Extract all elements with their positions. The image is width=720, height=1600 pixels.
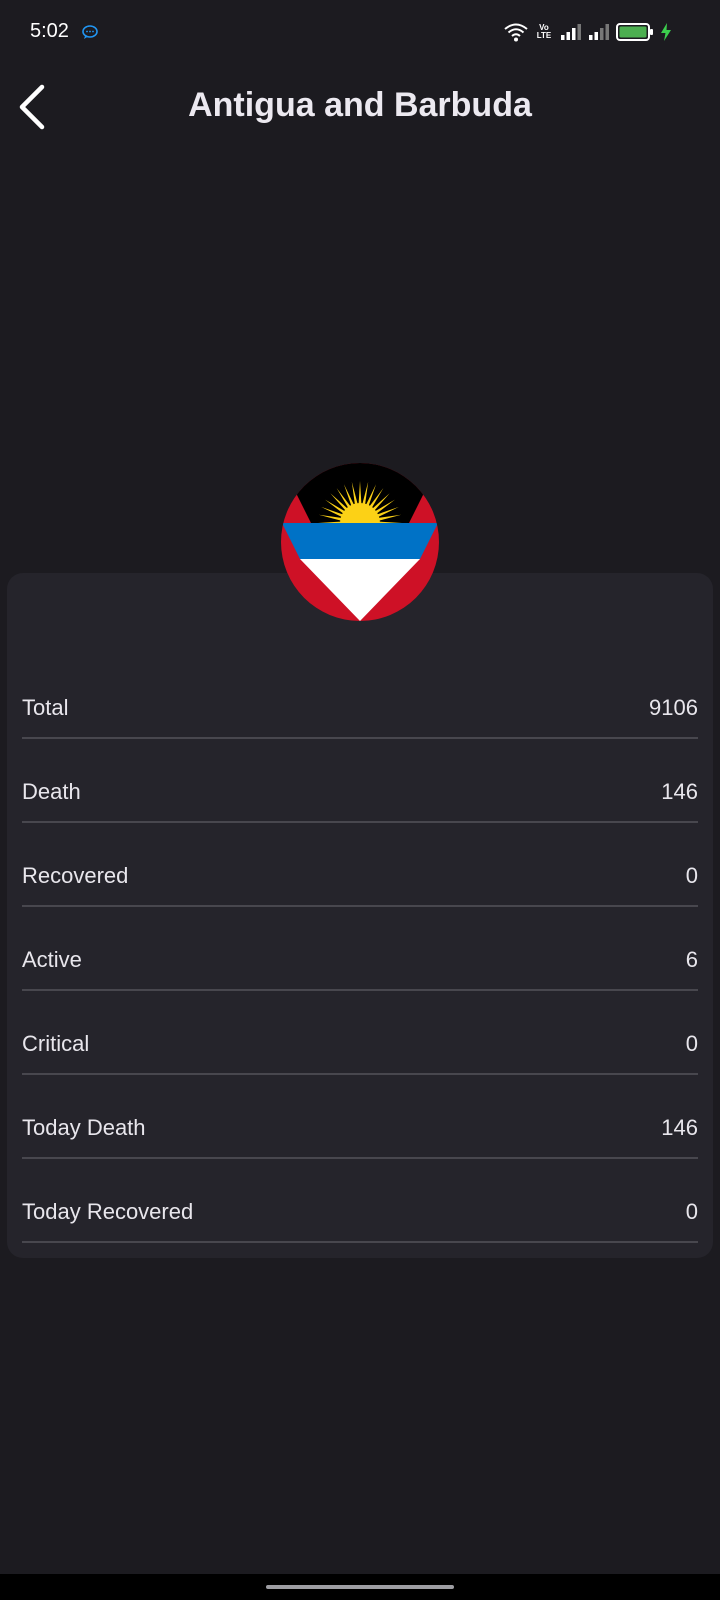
stat-label: Critical <box>22 1031 90 1056</box>
navigation-bar <box>0 1574 720 1600</box>
stat-value: 6 <box>685 947 698 972</box>
home-indicator[interactable] <box>266 1585 454 1589</box>
stat-value: 146 <box>661 779 698 804</box>
stat-row-active: Active 6 <box>22 907 698 991</box>
country-flag-image <box>281 463 439 621</box>
signal-icon <box>561 24 581 40</box>
stat-row-recovered: Recovered 0 <box>22 823 698 907</box>
volte-bottom-label: LTE <box>536 31 552 40</box>
stat-value: 9106 <box>649 695 698 720</box>
chat-bubble-icon <box>82 25 98 39</box>
country-detail-screen: 5:02 Vo LTE Antigua and Barbuda Total 91… <box>0 0 720 1600</box>
status-bar: 5:02 Vo LTE <box>0 0 720 64</box>
stat-row-today-recovered: Today Recovered 0 <box>22 1159 698 1243</box>
stat-row-today-death: Today Death 146 <box>22 1075 698 1159</box>
stat-value: 146 <box>661 1115 698 1140</box>
stat-label: Today Recovered <box>22 1199 194 1224</box>
stat-label: Recovered <box>22 863 129 888</box>
stat-row-critical: Critical 0 <box>22 991 698 1075</box>
volte-icon: Vo LTE <box>534 24 554 40</box>
status-time: 5:02 <box>30 20 69 42</box>
stat-label: Death <box>22 779 81 804</box>
stat-value: 0 <box>685 863 698 888</box>
charging-bolt-icon <box>661 23 671 41</box>
page-title: Antigua and Barbuda <box>188 86 532 124</box>
stats-card: Total 9106 Death 146 Recovered 0 Active … <box>7 573 713 1258</box>
signal-icon <box>589 24 609 40</box>
stat-label: Total <box>22 695 69 720</box>
stat-label: Today Death <box>22 1115 146 1140</box>
stat-value: 0 <box>685 1199 698 1224</box>
stat-row-death: Death 146 <box>22 739 698 823</box>
status-icons: Vo LTE <box>504 20 672 44</box>
stat-label: Active <box>22 947 82 972</box>
stat-row-total: Total 9106 <box>22 655 698 739</box>
wifi-icon <box>504 23 528 42</box>
stat-value: 0 <box>685 1031 698 1056</box>
battery-icon <box>616 23 653 41</box>
